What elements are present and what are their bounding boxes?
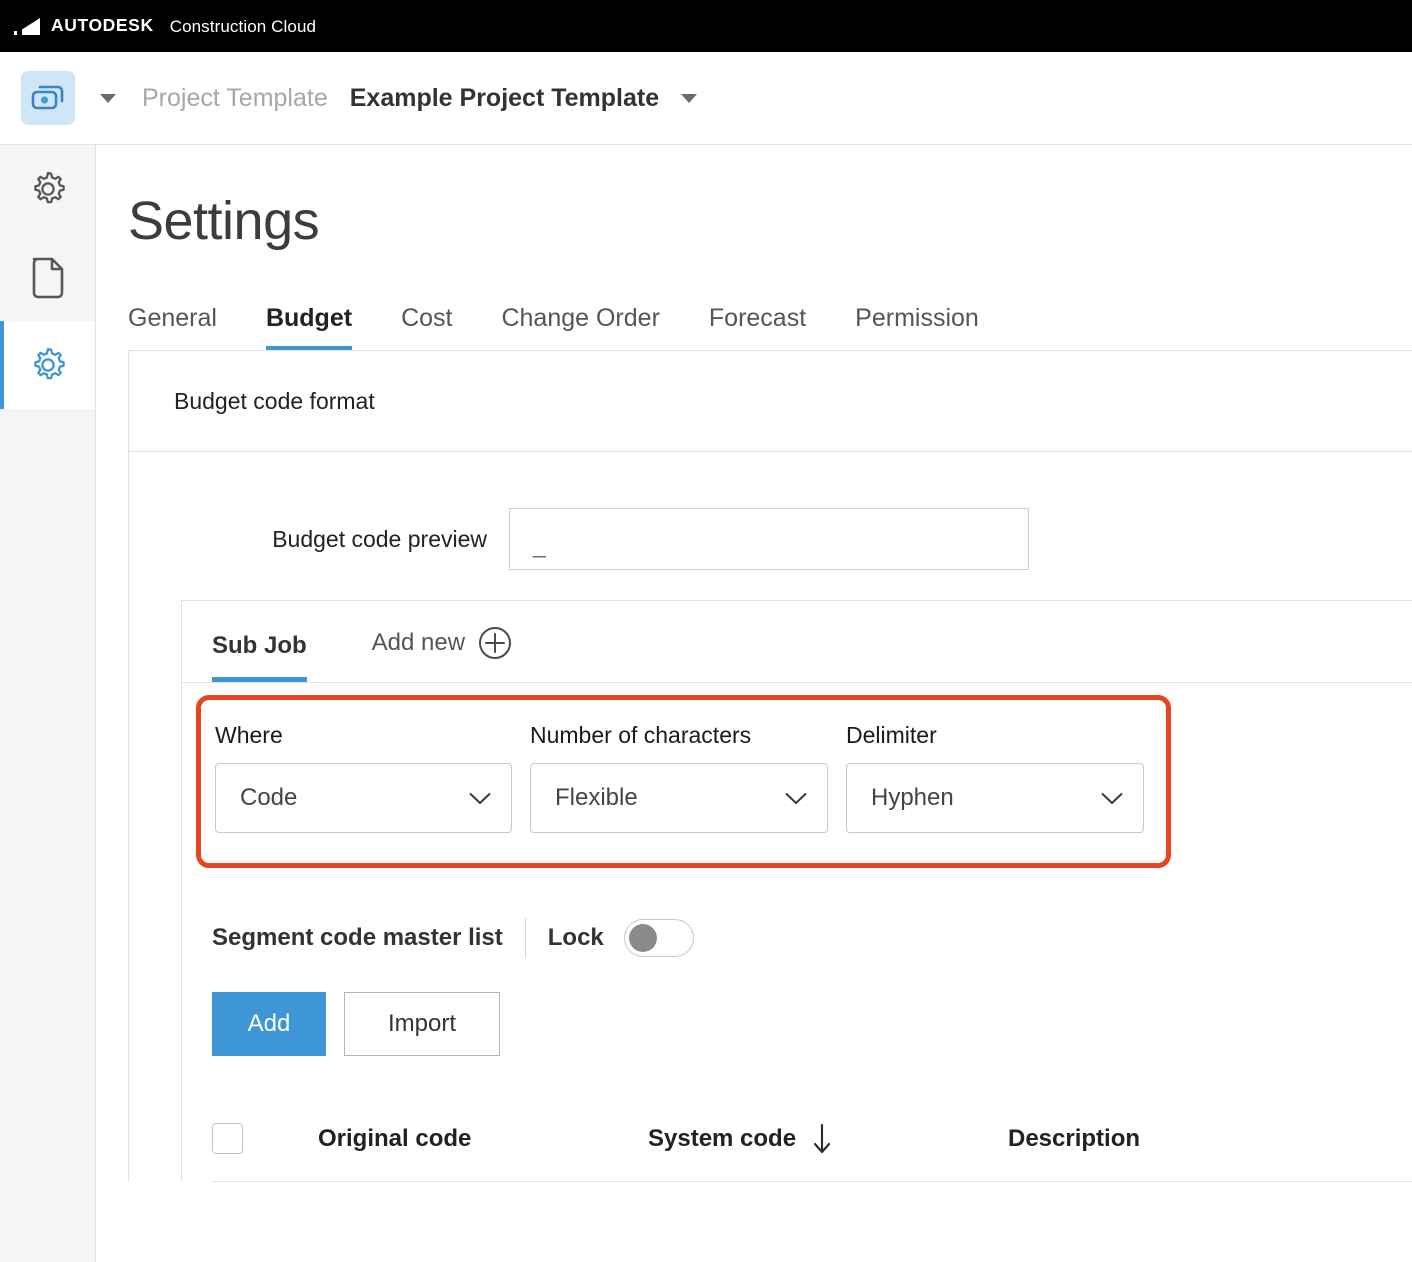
budget-code-format-title: Budget code format: [174, 387, 375, 414]
select-all-cell: [212, 1123, 318, 1154]
cost-management-glyph: [31, 85, 64, 110]
sidebar-item-documents[interactable]: [0, 233, 95, 321]
field-number-of-characters: Number of characters Flexible: [530, 722, 828, 833]
sidebar-item-project-settings[interactable]: [0, 321, 95, 409]
panel-header: Budget code format: [129, 351, 1412, 452]
panel-body: Budget code preview _ Sub Job Add new Wh…: [129, 452, 1412, 1182]
document-icon: [32, 257, 63, 299]
tab-budget[interactable]: Budget: [265, 304, 353, 350]
lock-label: Lock: [547, 924, 604, 951]
column-header-description[interactable]: Description: [1008, 1125, 1308, 1153]
number-of-characters-label: Number of characters: [530, 722, 752, 748]
select-all-checkbox[interactable]: [212, 1123, 243, 1154]
segment-master-list-title: Segment code master list: [212, 924, 503, 951]
number-of-characters-value: Flexible: [555, 784, 638, 811]
brand-name: AUTODESK: [51, 15, 154, 36]
tab-change-order[interactable]: Change Order: [501, 304, 659, 350]
column-header-system-code[interactable]: System code: [648, 1123, 1008, 1155]
tab-permission[interactable]: Permission: [855, 304, 979, 350]
subtab-sub-job[interactable]: Sub Job: [212, 632, 307, 682]
product-name: Construction Cloud: [169, 16, 317, 36]
where-value: Code: [240, 784, 298, 811]
segment-config-fields: Where Code Number of characters Flexible…: [215, 722, 1166, 833]
segment-code-table: Original code System code Description: [212, 1096, 1412, 1182]
delimiter-select[interactable]: Hyphen: [846, 763, 1144, 833]
autodesk-brand[interactable]: AUTODESK Construction Cloud: [14, 17, 316, 35]
lock-toggle[interactable]: [623, 919, 694, 957]
cost-management-icon[interactable]: [21, 71, 75, 125]
add-button[interactable]: Add: [212, 992, 326, 1056]
import-button[interactable]: Import: [344, 992, 500, 1056]
budget-code-preview-row: Budget code preview _: [129, 452, 1412, 570]
segment-subtabs: Sub Job Add new: [182, 601, 1412, 683]
vertical-divider: [524, 918, 526, 958]
tab-cost[interactable]: Cost: [401, 304, 452, 350]
segment-editor-card: Sub Job Add new Where Code Number of cha…: [181, 600, 1412, 1182]
gear-icon: [33, 171, 65, 204]
segment-config-highlight: Where Code Number of characters Flexible…: [196, 695, 1171, 868]
column-header-original-code[interactable]: Original code: [318, 1125, 648, 1153]
main-content: Settings General Budget Cost Change Orde…: [96, 145, 1412, 1262]
segment-config-highlight-wrap: Where Code Number of characters Flexible…: [182, 683, 1412, 868]
field-delimiter: Delimiter Hyphen: [846, 722, 1144, 833]
chevron-down-icon: [785, 792, 807, 804]
segment-actions: Add Import: [212, 992, 1412, 1056]
field-where: Where Code: [215, 722, 512, 833]
breadcrumb-header: Project Template Example Project Templat…: [0, 52, 1412, 145]
page-title: Settings: [128, 191, 320, 251]
gear-icon: [33, 347, 65, 380]
subtab-add-new[interactable]: Add new: [372, 626, 512, 682]
autodesk-logo-icon: [14, 17, 40, 35]
budget-settings-panel: Budget code format Budget code preview _…: [128, 350, 1412, 1182]
budget-code-preview-value: _: [533, 531, 546, 558]
plus-circle-icon: [479, 627, 512, 659]
project-switch-caret-icon[interactable]: [100, 93, 116, 103]
top-app-bar: AUTODESK Construction Cloud: [0, 0, 1412, 52]
budget-code-preview-label: Budget code preview: [272, 525, 487, 552]
breadcrumb-caret-icon[interactable]: [681, 93, 698, 103]
number-of-characters-select[interactable]: Flexible: [530, 763, 828, 833]
lock-toggle-knob: [628, 924, 657, 952]
delimiter-label: Delimiter: [846, 722, 937, 748]
delimiter-value: Hyphen: [871, 784, 954, 811]
chevron-down-icon: [1101, 792, 1123, 804]
arrow-down-icon: [814, 1123, 831, 1153]
where-label: Where: [215, 722, 283, 748]
tab-forecast[interactable]: Forecast: [709, 304, 806, 350]
tab-general[interactable]: General: [128, 304, 217, 350]
segment-master-list-row: Segment code master list Lock: [212, 918, 1412, 958]
left-rail: [0, 145, 96, 1262]
add-new-label: Add new: [371, 629, 466, 656]
chevron-down-icon: [469, 792, 491, 804]
table-header-row: Original code System code Description: [212, 1096, 1412, 1182]
where-select[interactable]: Code: [215, 763, 512, 833]
breadcrumb-parent[interactable]: Project Template: [142, 84, 328, 113]
system-code-label: System code: [648, 1124, 797, 1152]
breadcrumb-current[interactable]: Example Project Template: [350, 84, 659, 113]
sidebar-item-settings[interactable]: [0, 145, 95, 233]
budget-code-preview-input[interactable]: _: [509, 508, 1029, 570]
settings-tabs: General Budget Cost Change Order Forecas…: [128, 298, 1412, 350]
